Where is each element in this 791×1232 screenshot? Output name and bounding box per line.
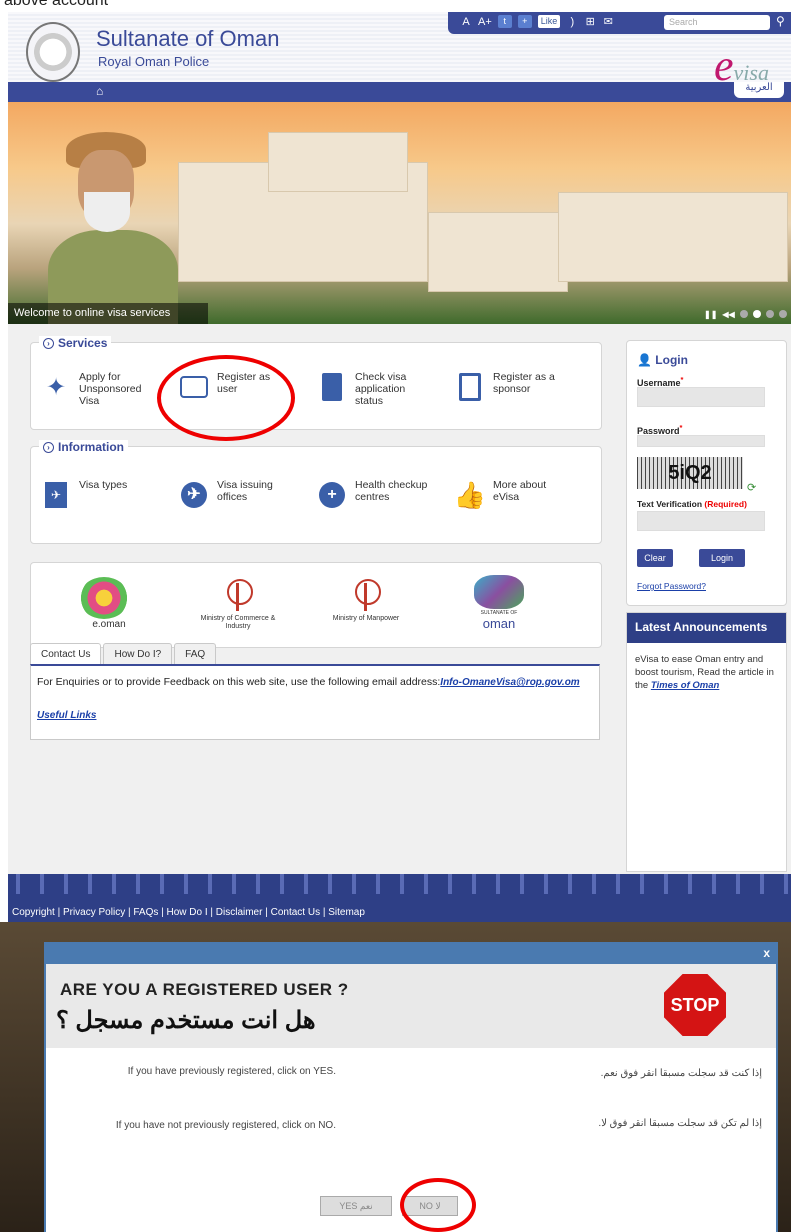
airplane-icon: ✈ [181, 482, 207, 508]
information-panel: › Information ✈ Visa types ✈ Visa issuing… [30, 440, 602, 544]
building-wing [428, 212, 568, 292]
enquiry-text: For Enquiries or to provide Feedback on … [37, 676, 580, 688]
login-button[interactable]: Login [699, 549, 745, 567]
announcement-text: eVisa to ease Oman entry and boost touri… [635, 654, 774, 691]
plus-icon: + [319, 482, 345, 508]
home-icon[interactable]: ⌂ [96, 84, 103, 98]
twitter-icon[interactable]: t [497, 15, 512, 28]
useful-links-link[interactable]: Useful Links [37, 710, 96, 721]
clear-button[interactable]: Clear [637, 549, 673, 567]
opera-house-dome [268, 132, 408, 192]
services-heading: › Services [39, 336, 112, 350]
ministry-emblem-icon [223, 577, 253, 613]
magic-wand-icon: ✦ [45, 373, 67, 401]
mail-icon[interactable]: ✉ [602, 15, 614, 28]
service-check-status[interactable]: Check visa application status [317, 371, 430, 407]
search-input[interactable]: Search [664, 15, 770, 30]
tab-contact-us[interactable]: Contact Us [30, 643, 102, 665]
user-icon: 👤 [637, 353, 652, 367]
close-icon[interactable]: x [763, 946, 770, 960]
page-frame: Sultanate of Oman Royal Oman Police evis… [8, 12, 791, 922]
announcements-panel: Latest Announcements eVisa to ease Oman … [626, 612, 787, 872]
instruction-no-ar: إذا لم تكن قد سجلت مسبقا انقر فوق لا. [598, 1118, 762, 1129]
ministry-emblem-icon [351, 577, 381, 613]
site-subtitle: Royal Oman Police [98, 54, 210, 69]
site-title: Sultanate of Oman [96, 26, 280, 51]
portrait-image [48, 122, 178, 324]
highlight-circle [157, 355, 295, 441]
sitemap-icon[interactable]: ⊞ [584, 15, 596, 28]
oman-tourism-link[interactable]: SULTANATE OF oman [459, 575, 539, 630]
announcements-title: Latest Announcements [627, 613, 786, 643]
accessibility-tools: A A+ t + Like ) ⊞ ✉ [460, 15, 614, 28]
instruction-yes-ar: إذا كنت قد سجلت مسبقا انقر فوق نعم. [600, 1068, 762, 1079]
font-increase-button[interactable]: A+ [478, 16, 492, 28]
info-tabs: Contact Us How Do I? FAQ [30, 643, 217, 665]
forgot-password-link[interactable]: Forgot Password? [637, 581, 706, 591]
service-register-sponsor[interactable]: Register as a sponsor [455, 371, 568, 403]
ministry-commerce-link[interactable]: Ministry of Commerce & Industry [193, 577, 283, 631]
info-visa-offices[interactable]: ✈ Visa issuing offices [179, 479, 292, 511]
slider-controls[interactable]: ❚❚◀◀▶ [704, 310, 791, 319]
site-header: Sultanate of Oman Royal Oman Police evis… [8, 12, 791, 102]
footer-links[interactable]: Copyright | Privacy Policy | FAQs | How … [8, 894, 791, 922]
text-verification-label: Text Verification (Required) [637, 499, 747, 509]
arabic-language-link[interactable]: العربية [734, 82, 784, 98]
services-panel: › Services ✦ Apply for Unsponsored Visa R… [30, 336, 602, 441]
captcha-image: 5iQ2 [637, 457, 743, 489]
share-icon[interactable]: + [517, 15, 532, 28]
facebook-like-button[interactable]: Like [537, 15, 561, 28]
hero-banner: Welcome to online visa services ❚❚◀◀▶ [8, 102, 791, 324]
service-apply-unsponsored[interactable]: ✦ Apply for Unsponsored Visa [41, 371, 154, 407]
dialog-body: If you have previously registered, click… [46, 1048, 776, 1232]
oman-tourism-logo-icon [474, 575, 524, 609]
info-health-centres[interactable]: + Health checkup centres [317, 479, 430, 511]
info-more-evisa[interactable]: 👍 More about eVisa [453, 479, 568, 511]
password-input[interactable] [637, 435, 765, 447]
username-input[interactable] [637, 387, 765, 407]
times-of-oman-link[interactable]: Times of Oman [651, 680, 719, 691]
font-decrease-button[interactable]: A [460, 16, 472, 28]
dialog-title: ARE YOU A REGISTERED USER ? [60, 980, 349, 999]
login-title: 👤 Login [637, 353, 688, 367]
verification-input[interactable] [637, 511, 765, 531]
footer-pattern [8, 874, 791, 894]
dialog-title-bar [46, 944, 776, 964]
document-icon [322, 373, 342, 401]
tab-faq[interactable]: FAQ [174, 643, 217, 665]
partners-panel: e.oman Ministry of Commerce & Industry M… [30, 562, 602, 648]
top-caption-fragment: above account [0, 0, 791, 12]
police-emblem-icon [26, 22, 80, 82]
clipboard-icon [459, 373, 481, 401]
login-panel: 👤 Login Username* Password* 5iQ2 ⟳ Text … [626, 340, 787, 606]
passport-icon: ✈ [45, 482, 67, 508]
eoman-partner-link[interactable]: e.oman [79, 577, 139, 630]
information-heading: › Information [39, 440, 128, 454]
yes-button[interactable]: YES نعم [320, 1196, 392, 1216]
refresh-captcha-icon[interactable]: ⟳ [747, 481, 756, 494]
thumbs-up-icon: 👍 [453, 479, 487, 510]
banner-caption: Welcome to online visa services [8, 303, 208, 324]
registered-user-dialog: x ARE YOU A REGISTERED USER ? هل انت مست… [44, 942, 778, 1232]
email-link[interactable]: Info-OmaneVisa@rop.gov.om [440, 677, 579, 688]
instruction-yes-en: If you have previously registered, click… [127, 1066, 336, 1077]
instruction-no-en: If you have not previously registered, c… [115, 1120, 336, 1131]
tab-how-do-i[interactable]: How Do I? [103, 643, 173, 665]
stop-sign-icon: STOP [664, 974, 726, 1036]
eoman-logo-icon [79, 577, 129, 619]
highlight-circle [400, 1178, 476, 1232]
ministry-manpower-link[interactable]: Ministry of Manpower [331, 577, 401, 623]
tab-content: For Enquiries or to provide Feedback on … [30, 664, 600, 740]
dialog-title-arabic: هل انت مستخدم مسجل ؟ [56, 1007, 316, 1034]
nav-bar [8, 82, 791, 102]
search-icon[interactable]: ⚲ [776, 14, 785, 28]
building-right [558, 192, 788, 282]
rss-icon[interactable]: ) [566, 16, 578, 28]
info-visa-types[interactable]: ✈ Visa types [41, 479, 154, 511]
